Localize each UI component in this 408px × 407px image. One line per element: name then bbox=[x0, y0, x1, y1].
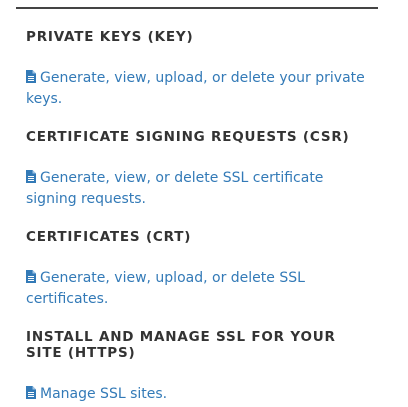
section-heading-private-keys: PRIVATE KEYS (KEY) bbox=[26, 29, 194, 45]
certificates-link[interactable]: Generate, view, upload, or delete SSL ce… bbox=[26, 268, 371, 310]
ssl-sections: PRIVATE KEYS (KEY) Generate, view, uploa… bbox=[26, 29, 371, 405]
document-icon bbox=[26, 70, 36, 83]
document-icon bbox=[26, 386, 36, 399]
certificates-link-text: Generate, view, upload, or delete SSL ce… bbox=[26, 270, 305, 307]
private-keys-link-text: Generate, view, upload, or delete your p… bbox=[26, 70, 365, 107]
manage-ssl-sites-link[interactable]: Manage SSL sites. bbox=[26, 384, 371, 405]
manage-ssl-sites-link-text: Manage SSL sites. bbox=[40, 386, 168, 402]
csr-link[interactable]: Generate, view, or delete SSL certificat… bbox=[26, 168, 371, 210]
document-icon bbox=[26, 270, 36, 283]
section-heading-csr: CERTIFICATE SIGNING REQUESTS (CSR) bbox=[26, 129, 350, 145]
section-certificates: CERTIFICATES (CRT) Generate, view, uploa… bbox=[26, 229, 371, 310]
csr-link-text: Generate, view, or delete SSL certificat… bbox=[26, 170, 324, 207]
section-csr: CERTIFICATE SIGNING REQUESTS (CSR) Gener… bbox=[26, 129, 371, 210]
section-private-keys: PRIVATE KEYS (KEY) Generate, view, uploa… bbox=[26, 29, 371, 110]
private-keys-link[interactable]: Generate, view, upload, or delete your p… bbox=[26, 68, 371, 110]
section-heading-install-manage-ssl: INSTALL AND MANAGE SSL FOR YOUR SITE (HT… bbox=[26, 329, 336, 361]
top-divider bbox=[16, 7, 378, 9]
document-icon bbox=[26, 170, 36, 183]
section-heading-certificates: CERTIFICATES (CRT) bbox=[26, 229, 192, 245]
section-install-manage-ssl: INSTALL AND MANAGE SSL FOR YOUR SITE (HT… bbox=[26, 329, 371, 405]
